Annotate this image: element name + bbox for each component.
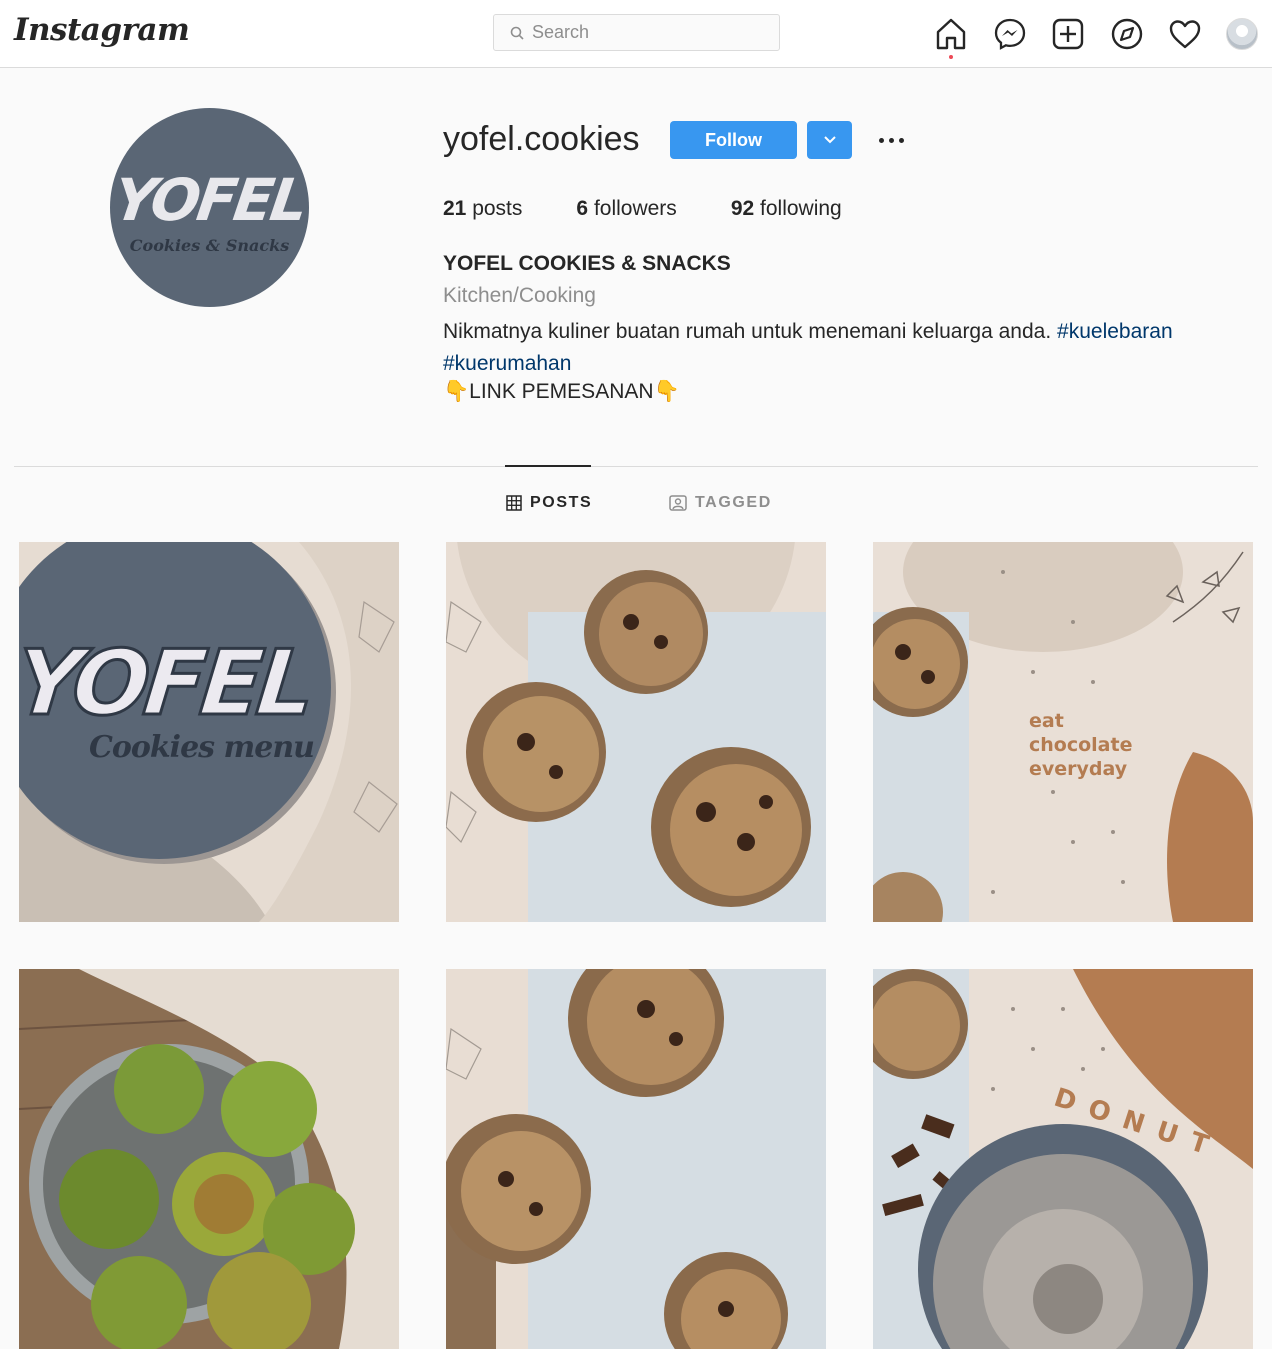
messenger-icon[interactable] (992, 16, 1028, 52)
bio-link-line: 👇LINK PEMESANAN👇 (443, 380, 680, 403)
profile-full-name: YOFEL COOKIES & SNACKS (443, 252, 731, 275)
more-options-icon[interactable] (872, 124, 910, 156)
post-logo-text: YOFEL (19, 631, 315, 736)
avatar-logo-text: YOFEL (110, 166, 309, 234)
tab-tagged[interactable]: TAGGED (669, 494, 772, 512)
post-text-line1: eat (1029, 710, 1064, 732)
profile-category: Kitchen/Cooking (443, 284, 596, 307)
post-subtitle-text: Cookies menu (89, 730, 314, 765)
post-thumbnail[interactable]: YOFEL Cookies menu (19, 542, 399, 922)
profile-username: yofel.cookies (443, 120, 640, 158)
post-text-line3: everyday (1029, 758, 1128, 780)
new-post-icon[interactable] (1050, 16, 1086, 52)
post-thumbnail[interactable]: eat chocolate everyday (873, 542, 1253, 922)
search-icon (510, 26, 524, 40)
search-input[interactable] (532, 22, 752, 43)
following-count[interactable]: 92 following (731, 197, 842, 221)
post-thumbnail[interactable] (446, 542, 826, 922)
top-navigation-bar: Instagram (0, 0, 1272, 68)
post-thumbnail[interactable] (446, 969, 826, 1349)
tabs-divider (14, 466, 1258, 467)
notification-dot (949, 55, 953, 59)
follow-button[interactable]: Follow (670, 121, 797, 159)
explore-icon[interactable] (1109, 16, 1145, 52)
avatar-logo-subtext: Cookies & Snacks (129, 236, 290, 255)
posts-count: 21 posts (443, 197, 523, 220)
followers-count[interactable]: 6 followers (576, 197, 676, 221)
profile-bio: Nikmatnya kuliner buatan rumah untuk men… (443, 320, 1173, 375)
activity-heart-icon[interactable] (1167, 16, 1203, 52)
instagram-logo[interactable]: Instagram (14, 12, 190, 48)
post-thumbnail[interactable]: DONUT (873, 969, 1253, 1349)
nav-icons (933, 16, 1272, 59)
hashtag-link[interactable]: #kuerumahan (443, 352, 571, 375)
post-thumbnail[interactable] (19, 969, 399, 1349)
suggested-dropdown-button[interactable] (807, 121, 852, 159)
profile-avatar[interactable] (1225, 16, 1262, 52)
tab-posts[interactable]: POSTS (506, 494, 592, 512)
post-text-line2: chocolate (1029, 734, 1132, 756)
search-box[interactable] (493, 14, 780, 51)
active-tab-indicator (505, 465, 591, 467)
tagged-icon (669, 495, 687, 511)
chevron-down-icon (823, 136, 836, 144)
profile-stats: 21 posts 6 followers 92 following (443, 197, 896, 221)
home-icon[interactable] (933, 16, 969, 59)
hashtag-link[interactable]: #kuelebaran (1057, 320, 1173, 343)
profile-avatar-large[interactable]: YOFEL Cookies & Snacks (110, 108, 309, 307)
grid-icon (506, 495, 522, 511)
